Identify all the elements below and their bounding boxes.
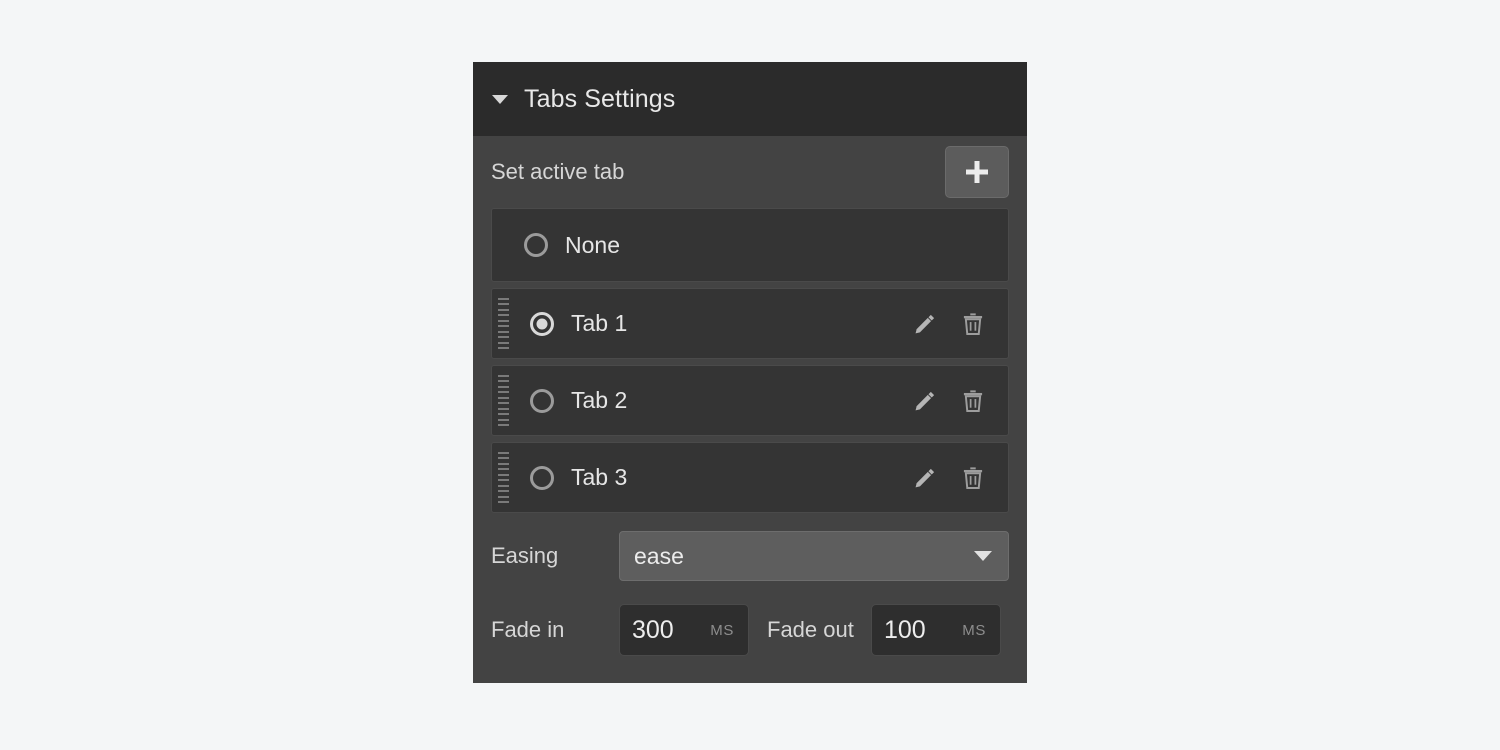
list-item[interactable]: Tab 3	[491, 442, 1009, 513]
chevron-down-icon	[974, 551, 992, 561]
pencil-icon[interactable]	[912, 465, 938, 491]
trash-icon[interactable]	[960, 311, 986, 337]
fade-out-value: 100	[884, 616, 926, 645]
row-actions	[912, 311, 986, 337]
list-item[interactable]: Tab 2	[491, 365, 1009, 436]
radio-tab-3[interactable]	[530, 466, 554, 490]
easing-row: Easing ease	[491, 519, 1009, 593]
drag-handle-icon[interactable]	[494, 373, 512, 429]
row-actions	[912, 388, 986, 414]
easing-select-value: ease	[634, 543, 684, 570]
fade-in-label: Fade in	[491, 617, 619, 643]
radio-tab-2[interactable]	[530, 389, 554, 413]
easing-select[interactable]: ease	[619, 531, 1009, 581]
drag-handle-icon[interactable]	[494, 296, 512, 352]
tabs-settings-panel: Tabs Settings Set active tab None Tab	[473, 62, 1027, 683]
list-item[interactable]: Tab 1	[491, 288, 1009, 359]
pencil-icon[interactable]	[912, 388, 938, 414]
list-item-label: Tab 3	[571, 464, 912, 491]
fade-in-value: 300	[632, 616, 674, 645]
fade-row: Fade in 300 MS Fade out 100 MS	[491, 593, 1009, 667]
fade-in-unit: MS	[710, 622, 734, 639]
list-item-label: None	[565, 232, 1008, 259]
list-item-label: Tab 2	[571, 387, 912, 414]
list-item[interactable]: None	[491, 208, 1009, 282]
caret-down-icon[interactable]	[492, 95, 508, 104]
plus-icon	[975, 161, 980, 183]
radio-tab-1[interactable]	[530, 312, 554, 336]
set-active-tab-label: Set active tab	[491, 159, 624, 185]
radio-none[interactable]	[524, 233, 548, 257]
fade-out-unit: MS	[962, 622, 986, 639]
list-item-label: Tab 1	[571, 310, 912, 337]
easing-label: Easing	[491, 543, 619, 569]
trash-icon[interactable]	[960, 388, 986, 414]
trash-icon[interactable]	[960, 465, 986, 491]
panel-body: Set active tab None Tab 1	[473, 136, 1027, 667]
page-title: Tabs Settings	[524, 85, 675, 114]
fade-out-input[interactable]: 100 MS	[871, 604, 1001, 656]
drag-handle-icon[interactable]	[494, 450, 512, 506]
fade-in-input[interactable]: 300 MS	[619, 604, 749, 656]
panel-header[interactable]: Tabs Settings	[473, 62, 1027, 136]
pencil-icon[interactable]	[912, 311, 938, 337]
set-active-tab-row: Set active tab	[491, 136, 1009, 208]
tab-list: None Tab 1	[491, 208, 1009, 513]
row-actions	[912, 465, 986, 491]
fade-out-label: Fade out	[749, 617, 871, 643]
add-tab-button[interactable]	[945, 146, 1009, 198]
